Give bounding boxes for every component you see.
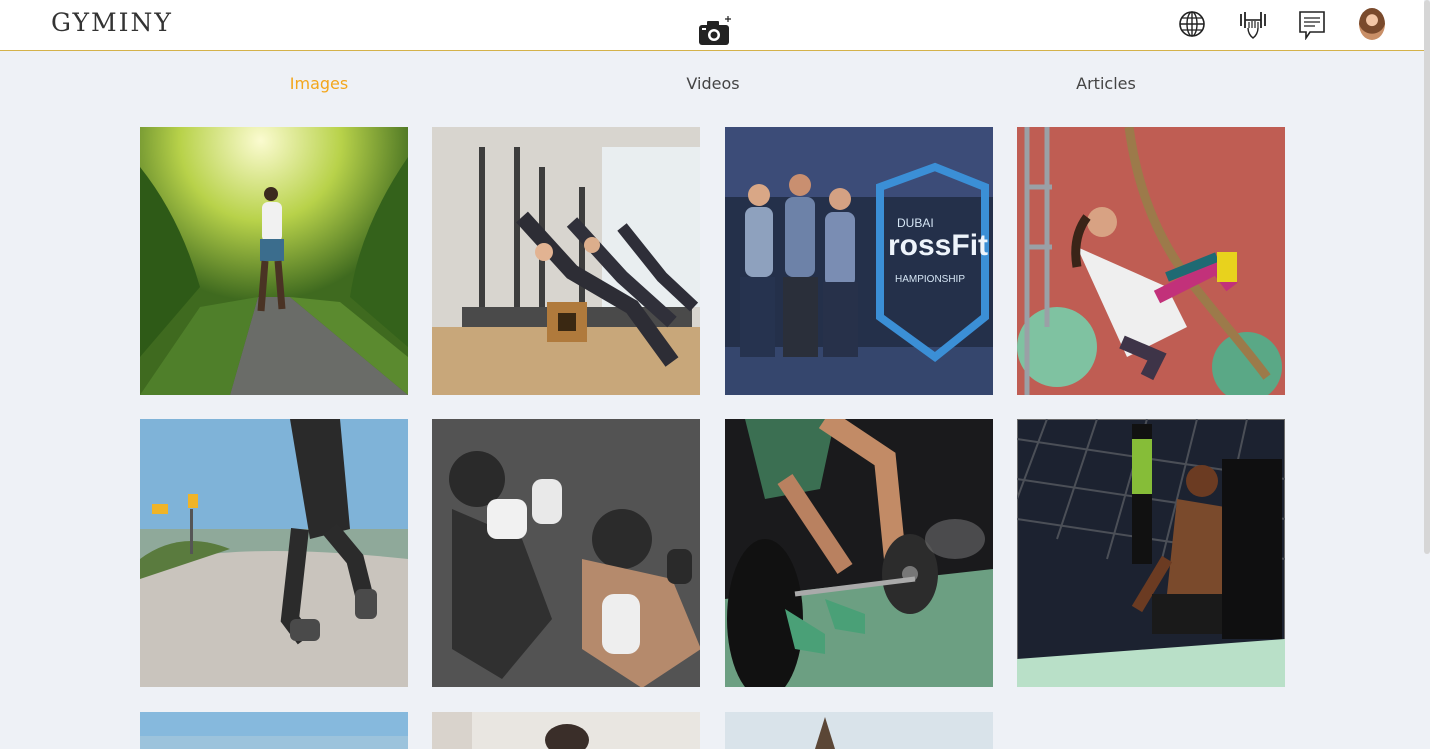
gallery-image[interactable] (1017, 127, 1285, 395)
gallery-image[interactable] (725, 419, 993, 687)
gallery-image[interactable] (725, 712, 993, 749)
svg-text:DUBAI: DUBAI (897, 216, 934, 230)
gallery-image[interactable]: rossFit DUBAI HAMPIONSHIP (725, 127, 993, 395)
gallery-image[interactable] (140, 712, 408, 749)
gallery-image[interactable] (432, 127, 700, 395)
app-logo[interactable]: GYMINY (51, 8, 173, 37)
svg-text:HAMPIONSHIP: HAMPIONSHIP (895, 274, 965, 285)
chat-icon[interactable] (1298, 6, 1328, 41)
globe-icon[interactable] (1178, 6, 1208, 40)
scrollbar[interactable] (1424, 0, 1430, 554)
top-header: GYMINY (0, 0, 1424, 51)
gallery-image[interactable] (432, 419, 700, 687)
tab-images[interactable]: Images (259, 74, 379, 93)
gallery-image[interactable] (140, 419, 408, 687)
camera-add-icon[interactable] (697, 15, 733, 47)
svg-text:rossFit: rossFit (888, 229, 988, 262)
media-tabs: Images Videos Articles (0, 74, 1424, 96)
gallery-image[interactable] (432, 712, 700, 749)
gallery-image[interactable] (1017, 419, 1285, 687)
fitness-icon[interactable] (1238, 6, 1268, 40)
tab-videos[interactable]: Videos (653, 74, 773, 93)
gallery-image[interactable] (140, 127, 408, 395)
avatar[interactable] (1359, 8, 1385, 40)
tab-articles[interactable]: Articles (1046, 74, 1166, 93)
